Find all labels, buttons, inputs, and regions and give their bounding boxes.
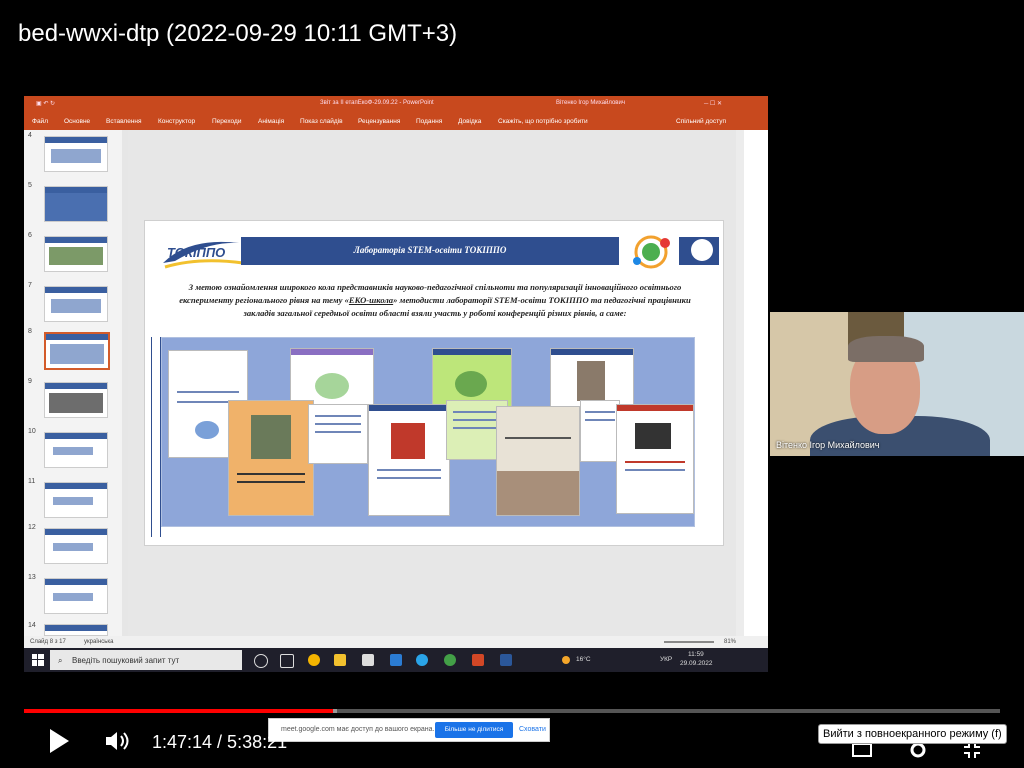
store-icon[interactable] [362, 654, 374, 666]
ppt-status-bar: Слайд 8 з 17 українська 81% [24, 636, 768, 648]
slide-body-text: З метою ознайомлення широкого кола предс… [179, 282, 691, 318]
windows-taskbar: ⌕ Введіть пошуковий запит тут 16°C УКР 1… [24, 648, 768, 672]
task-view-icon[interactable] [280, 654, 294, 668]
temperature: 16°C [576, 656, 591, 663]
user-name: Вітенко Ігор Михайлович [556, 100, 625, 106]
slide-counter: Слайд 8 з 17 [30, 639, 66, 645]
save-icon[interactable]: ▣ ↶ ↻ [36, 100, 55, 107]
powerpoint-icon[interactable] [472, 654, 484, 666]
thumb-number: 11 [28, 478, 36, 485]
played-progress [24, 709, 333, 713]
language-indicator: українська [84, 639, 114, 645]
mail-icon[interactable] [390, 654, 402, 666]
slide-thumbnail-5[interactable] [44, 186, 108, 222]
slide-thumbnail-13[interactable] [44, 578, 108, 614]
taskbar-date: 29.09.2022 [680, 660, 713, 667]
volume-icon[interactable] [104, 730, 132, 752]
slide-thumbnails: 4 5 6 7 8 9 10 11 12 13 14 [24, 130, 124, 636]
windows-start-icon[interactable] [32, 654, 44, 666]
stop-sharing-button[interactable]: Більше не ділитися [435, 722, 513, 738]
taskbar-search-placeholder: Введіть пошуковий запит тут [72, 656, 180, 665]
screen-share-notice: meet.google.com має доступ до вашого екр… [268, 718, 550, 742]
tokippo-logo: ТОКІППО [163, 241, 244, 269]
weather-icon [562, 656, 570, 664]
tab-transitions[interactable]: Переходи [212, 118, 241, 125]
slide-thumbnail-12[interactable] [44, 528, 108, 564]
decorative-circle [691, 239, 713, 261]
thumb-number: 14 [28, 622, 36, 629]
tab-help[interactable]: Довідка [458, 118, 481, 125]
window-title: Звіт за II етапЕкоФ-29.09.22 - PowerPoin… [320, 100, 434, 106]
tab-home[interactable]: Основне [64, 118, 90, 125]
file-explorer-icon[interactable] [334, 654, 346, 666]
ribbon-tabs: Файл Основне Вставлення Конструктор Пере… [24, 114, 768, 130]
thumb-number: 13 [28, 574, 36, 581]
hide-notice-button[interactable]: Сховати [519, 726, 546, 733]
time-display: 1:47:14 / 5:38:21 [152, 732, 288, 752]
search-icon: ⌕ [58, 656, 63, 665]
fullscreen-tooltip: Вийти з повноекранного режиму (f) [818, 724, 1007, 744]
video-title: bed-wwxi-dtp (2022-09-29 10:11 GMT+3) [18, 20, 458, 47]
tab-file[interactable]: Файл [32, 118, 48, 125]
zoom-level: 81% [724, 639, 737, 645]
share-link[interactable]: Спільний доступ [676, 118, 726, 125]
word-icon[interactable] [500, 654, 512, 666]
info-page [580, 400, 620, 462]
slide-thumbnail-6[interactable] [44, 236, 108, 272]
slide-thumbnail-9[interactable] [44, 382, 108, 418]
orange-program-cover [228, 400, 314, 516]
thumb-number: 8 [28, 328, 32, 335]
share-notice-text: meet.google.com має доступ до вашого екр… [281, 726, 435, 733]
tab-slideshow[interactable]: Показ слайдів [300, 118, 343, 125]
taskbar-search[interactable]: ⌕ Введіть пошуковий запит тут [50, 650, 242, 670]
edge-icon[interactable] [416, 654, 428, 666]
cortana-icon[interactable] [254, 654, 268, 668]
thumb-number: 12 [28, 524, 36, 531]
editor-scrollbar[interactable] [736, 130, 744, 636]
thumb-number: 4 [28, 132, 32, 139]
participant-name: Вітенко Ігор Михайлович [776, 440, 880, 450]
slide-thumbnail-10[interactable] [44, 432, 108, 468]
tell-me-search[interactable]: Скажіть, що потрібно зробити [498, 118, 588, 125]
tab-review[interactable]: Рецензування [358, 118, 400, 125]
slide-thumbnail-11[interactable] [44, 482, 108, 518]
conference-materials-collage [161, 337, 695, 527]
tab-animations[interactable]: Анімація [258, 118, 284, 125]
slide-thumbnail-7[interactable] [44, 286, 108, 322]
current-slide: ТОКІППО Лабораторія STEM-освіти ТОКІППО … [144, 220, 724, 546]
tab-insert[interactable]: Вставлення [106, 118, 142, 125]
input-language[interactable]: УКР [660, 656, 672, 663]
graduation-program-cover [616, 404, 694, 514]
tab-design[interactable]: Конструктор [158, 118, 195, 125]
zoom-slider[interactable] [664, 641, 714, 643]
participant-video: Вітенко Ігор Михайлович [770, 312, 1024, 456]
browser-icon[interactable] [444, 654, 456, 666]
thumb-number: 10 [28, 428, 36, 435]
schedule-page [308, 404, 368, 464]
program-cover-portrait [368, 404, 450, 516]
conference-photo-cover [496, 406, 580, 516]
shared-screen: ▣ ↶ ↻ Звіт за II етапЕкоФ-29.09.22 - Pow… [24, 96, 768, 742]
eco-school-logo-icon [633, 235, 670, 269]
slide-thumbnail-14[interactable] [44, 624, 108, 636]
chrome-icon[interactable] [308, 654, 320, 666]
thumb-number: 6 [28, 232, 32, 239]
slide-thumbnail-8[interactable] [44, 332, 110, 370]
slide-thumbnail-4[interactable] [44, 136, 108, 172]
thumb-number: 7 [28, 282, 32, 289]
play-icon[interactable] [48, 728, 70, 754]
thumb-number: 5 [28, 182, 32, 189]
window-controls-icon[interactable]: ─ ☐ ✕ [704, 100, 722, 107]
slide-header-title: Лабораторія STEM-освіти ТОКІППО [353, 245, 507, 255]
thumb-number: 9 [28, 378, 32, 385]
logo-text: ТОКІППО [167, 245, 225, 260]
taskbar-time: 11:59 [688, 651, 704, 658]
tab-view[interactable]: Подання [416, 118, 442, 125]
